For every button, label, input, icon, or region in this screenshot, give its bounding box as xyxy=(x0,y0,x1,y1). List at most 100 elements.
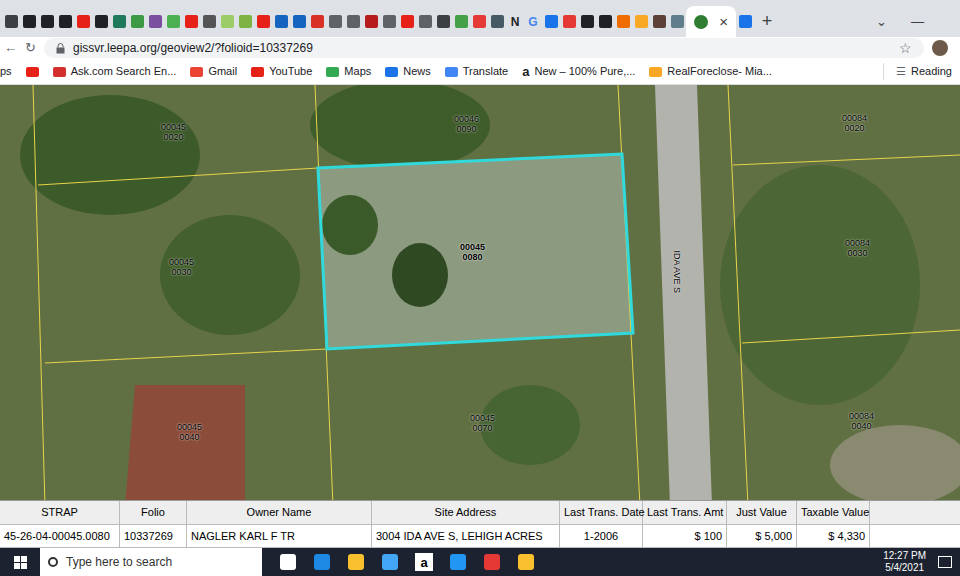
clock[interactable]: 12:27 PM5/4/2021 xyxy=(871,550,938,574)
browser-tab[interactable] xyxy=(344,6,362,37)
parcel-label[interactable]: 000450030 xyxy=(169,257,194,277)
browser-tab[interactable] xyxy=(632,6,650,37)
browser-tab[interactable] xyxy=(272,6,290,37)
map-view[interactable]: 000450020 000460090 000450030 000450080 0004… xyxy=(0,85,960,500)
bookmark-item[interactable]: ps xyxy=(0,63,12,80)
profile-avatar-icon[interactable] xyxy=(932,40,948,56)
window-control-button[interactable]: — xyxy=(911,12,924,32)
browser-tab[interactable] xyxy=(416,6,434,37)
taskbar: Type here to search a 12:27 PM5/4/2021 xyxy=(0,548,960,576)
browser-tab[interactable] xyxy=(110,6,128,37)
parcel-label[interactable]: 000450020 xyxy=(161,122,186,142)
browser-tab[interactable] xyxy=(650,6,668,37)
browser-tab[interactable] xyxy=(308,6,326,37)
column-header[interactable]: Taxable Value xyxy=(797,501,870,524)
reload-icon[interactable]: ↻ xyxy=(25,38,36,58)
browser-tab[interactable] xyxy=(128,6,146,37)
browser-tab[interactable] xyxy=(2,6,20,37)
browser-tab[interactable] xyxy=(236,6,254,37)
tab-strip: NG × + ⌄ — xyxy=(0,0,960,37)
browser-tab[interactable] xyxy=(578,6,596,37)
browser-tab[interactable] xyxy=(56,6,74,37)
start-button[interactable] xyxy=(0,548,40,576)
browser-tab[interactable] xyxy=(326,6,344,37)
taskbar-app[interactable] xyxy=(516,552,536,572)
bookmark-item[interactable]: RealForeclose- Mia... xyxy=(649,63,772,80)
parcel-label[interactable]: 000450040 xyxy=(177,422,202,442)
browser-tab[interactable] xyxy=(218,6,236,37)
browser-tab[interactable] xyxy=(74,6,92,37)
table-row[interactable]: 45-26-04-00045.008010337269NAGLER KARL F… xyxy=(0,525,960,549)
bookmark-item[interactable]: News xyxy=(385,63,431,80)
parcel-label[interactable]: 000840030 xyxy=(845,238,870,258)
column-header[interactable]: Just Value xyxy=(727,501,797,524)
browser-tab[interactable] xyxy=(290,6,308,37)
browser-tab[interactable] xyxy=(254,6,272,37)
browser-tab[interactable] xyxy=(200,6,218,37)
browser-tab[interactable]: G xyxy=(524,6,542,37)
taskbar-app[interactable] xyxy=(482,552,502,572)
favicon-icon xyxy=(203,15,216,28)
browser-tab[interactable] xyxy=(470,6,488,37)
reading-list-button[interactable]: ☰Reading xyxy=(883,63,952,80)
favicon-icon xyxy=(5,15,18,28)
bookmark-item[interactable]: Maps xyxy=(326,63,371,80)
browser-tab[interactable] xyxy=(542,6,560,37)
taskbar-search[interactable]: Type here to search xyxy=(40,548,262,576)
parcel-label[interactable]: 000450070 xyxy=(470,413,495,433)
address-bar[interactable]: gissvr.leepa.org/geoview2/?folioid=10337… xyxy=(44,38,924,58)
bookmark-item[interactable]: aNew – 100% Pure,... xyxy=(522,63,635,80)
column-header[interactable]: Site Address xyxy=(372,501,560,524)
bookmark-item[interactable]: Ask.com Search En... xyxy=(53,63,177,80)
bookmark-star-icon[interactable]: ☆ xyxy=(899,38,912,59)
bookmark-item[interactable]: Gmail xyxy=(190,63,237,80)
browser-tab[interactable]: N xyxy=(506,6,524,37)
window-control-button[interactable]: ⌄ xyxy=(876,12,887,32)
column-header[interactable]: Last Trans. Amt xyxy=(643,501,727,524)
bookmark-item[interactable]: YouTube xyxy=(251,63,312,80)
taskbar-app[interactable]: a xyxy=(414,552,434,572)
browser-tab[interactable] xyxy=(596,6,614,37)
taskbar-app[interactable] xyxy=(346,552,366,572)
browser-tab[interactable]: × xyxy=(686,6,736,37)
browser-tab[interactable] xyxy=(736,6,754,37)
taskbar-app[interactable] xyxy=(278,552,298,572)
selected-parcel-label[interactable]: 000450080 xyxy=(460,242,485,262)
column-header[interactable]: STRAP xyxy=(0,501,120,524)
browser-tab[interactable] xyxy=(452,6,470,37)
parcel-label[interactable]: 000840020 xyxy=(842,113,867,133)
parcel-label[interactable]: 000840040 xyxy=(849,411,874,431)
browser-tab[interactable] xyxy=(380,6,398,37)
column-header[interactable]: Owner Name xyxy=(187,501,372,524)
taskbar-app[interactable] xyxy=(312,552,332,572)
browser-tab[interactable] xyxy=(488,6,506,37)
browser-tab[interactable] xyxy=(560,6,578,37)
taskbar-app[interactable] xyxy=(448,552,468,572)
browser-tab[interactable] xyxy=(38,6,56,37)
favicon-icon xyxy=(491,15,504,28)
browser-tab[interactable] xyxy=(92,6,110,37)
notification-icon[interactable] xyxy=(938,556,952,568)
search-icon xyxy=(48,557,58,567)
browser-tab[interactable] xyxy=(182,6,200,37)
column-header[interactable]: Folio xyxy=(120,501,187,524)
taskbar-app[interactable] xyxy=(380,552,400,572)
column-header[interactable]: Last Trans. Date xyxy=(560,501,643,524)
browser-tab[interactable] xyxy=(20,6,38,37)
browser-tab[interactable] xyxy=(614,6,632,37)
browser-tab[interactable] xyxy=(668,6,686,37)
close-tab-button[interactable]: × xyxy=(719,14,728,29)
browser-tab[interactable] xyxy=(398,6,416,37)
favicon-icon: G xyxy=(528,16,537,28)
bookmark-item[interactable]: Translate xyxy=(445,63,508,80)
browser-tab[interactable] xyxy=(434,6,452,37)
parcel-label[interactable]: 000460090 xyxy=(454,114,479,134)
favicon-icon xyxy=(653,15,666,28)
browser-tab[interactable] xyxy=(164,6,182,37)
new-tab-button[interactable]: + xyxy=(754,6,780,37)
browser-tab[interactable] xyxy=(146,6,164,37)
back-arrow-icon[interactable]: ← xyxy=(4,38,17,58)
bookmark-item[interactable] xyxy=(26,67,39,77)
bookmark-icon xyxy=(53,67,66,77)
browser-tab[interactable] xyxy=(362,6,380,37)
